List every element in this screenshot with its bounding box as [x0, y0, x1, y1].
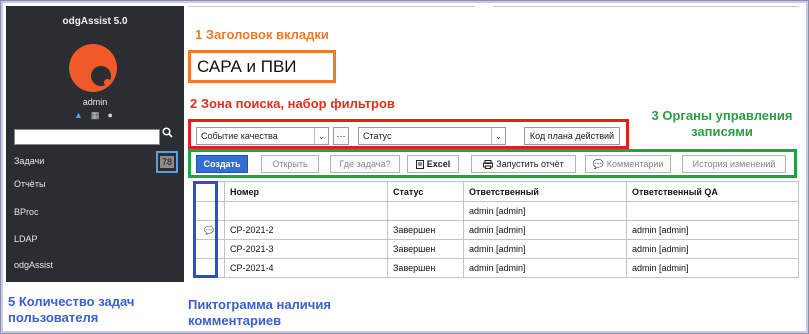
- run-report-label: Запустить отчёт: [496, 159, 564, 169]
- status-select[interactable]: Статус ⌄: [358, 127, 506, 145]
- tasks-count-badge: 78: [156, 151, 178, 173]
- action-plan-code-button[interactable]: Код плана действий: [524, 127, 620, 145]
- sidebar-item-reports[interactable]: Отчёты: [14, 179, 45, 189]
- annotation-task-count-line1: 5 Количество задач: [8, 294, 135, 309]
- sidebar: odgAssist 5.0 admin ▲ ▦ ● Задачи 78 Отчё…: [6, 6, 184, 282]
- cell-responsible-qa: admin [admin]: [626, 220, 799, 240]
- annotation-comment-icon: Пиктограмма наличия комментариев: [188, 297, 331, 329]
- top-divider: [493, 6, 799, 7]
- annotation-task-count: 5 Количество задач пользователя: [8, 294, 134, 326]
- user-icon[interactable]: ●: [107, 110, 112, 120]
- annotation-record-controls: 3 Органы управления записями: [637, 108, 807, 140]
- table-row[interactable]: CP-2021-3 Завершен admin [admin] admin […: [193, 239, 799, 259]
- sidebar-search-input[interactable]: [14, 129, 160, 145]
- sidebar-item-tasks[interactable]: Задачи: [14, 156, 44, 166]
- type-select[interactable]: Событие качества ⌄: [196, 127, 329, 145]
- annotation-record-controls-line1: 3 Органы управления: [651, 108, 793, 123]
- cell-number: CP-2021-2: [224, 220, 388, 240]
- cell-status: Завершен: [387, 239, 464, 259]
- page-title: САРА и ПВИ: [197, 56, 297, 76]
- cell-responsible-qa: [626, 201, 799, 221]
- header-number[interactable]: Номер: [224, 181, 388, 202]
- cell-responsible: admin [admin]: [463, 258, 627, 278]
- chevron-down-icon[interactable]: ⌄: [491, 128, 505, 144]
- cell-responsible-qa: admin [admin]: [626, 258, 799, 278]
- excel-button[interactable]: Excel: [407, 155, 459, 173]
- search-icon[interactable]: [162, 127, 173, 141]
- table-row[interactable]: 💬 CP-2021-2 Завершен admin [admin] admin…: [193, 220, 799, 240]
- where-task-button[interactable]: Где задача?: [330, 155, 400, 173]
- grid-icon[interactable]: ▦: [91, 110, 100, 120]
- cell-responsible: admin [admin]: [463, 239, 627, 259]
- more-options-button[interactable]: ···: [333, 127, 349, 145]
- header-responsible[interactable]: Ответственный: [463, 181, 627, 202]
- table-header-row: Номер Статус Ответственный Ответственный…: [193, 181, 799, 202]
- records-table: Номер Статус Ответственный Ответственный…: [193, 181, 799, 278]
- change-history-button[interactable]: История изменений: [682, 155, 786, 173]
- type-select-value: Событие качества: [201, 131, 278, 141]
- annotation-filter-zone: 2 Зона поиска, набор фильтров: [190, 96, 395, 111]
- chevron-down-icon[interactable]: ⌄: [314, 128, 328, 144]
- cell-number: CP-2021-3: [224, 239, 388, 259]
- app-logo: [69, 44, 117, 92]
- logo-dot: [104, 79, 111, 86]
- annotation-task-count-line2: пользователя: [8, 310, 99, 325]
- annotation-tab-title: 1 Заголовок вкладки: [195, 27, 329, 42]
- excel-icon: [415, 159, 424, 169]
- cell-responsible-qa: admin [admin]: [626, 239, 799, 259]
- comment-column-highlight: [193, 181, 218, 278]
- header-status[interactable]: Статус: [387, 181, 464, 202]
- cell-status: [387, 201, 464, 221]
- filter-zone: Событие качества ⌄ ··· Статус ⌄ Код план…: [188, 119, 629, 149]
- sidebar-item-bproc[interactable]: BProc: [14, 207, 39, 217]
- user-icons: ▲ ▦ ●: [74, 110, 113, 120]
- sidebar-item-odgassist[interactable]: odgAssist: [14, 260, 53, 270]
- cell-number: CP-2021-4: [224, 258, 388, 278]
- cell-responsible: admin [admin]: [463, 201, 627, 221]
- run-report-button[interactable]: Запустить отчёт: [471, 155, 576, 173]
- comment-icon: 💬: [592, 158, 604, 169]
- open-button[interactable]: Открыть: [261, 155, 319, 173]
- table-row[interactable]: CP-2021-4 Завершен admin [admin] admin […: [193, 258, 799, 278]
- cell-status: Завершен: [387, 220, 464, 240]
- app-title: odgAssist 5.0: [62, 16, 128, 27]
- create-button[interactable]: Создать: [196, 155, 248, 173]
- comments-button[interactable]: 💬 Комментарии: [585, 155, 671, 173]
- annotation-comment-icon-line2: комментариев: [188, 313, 282, 328]
- cell-status: Завершен: [387, 258, 464, 278]
- sidebar-item-ldap[interactable]: LDAP: [14, 234, 38, 244]
- annotation-comment-icon-line1: Пиктограмма наличия: [188, 297, 331, 312]
- tasks-count: 78: [159, 156, 174, 168]
- comments-label: Комментарии: [606, 159, 664, 169]
- excel-label: Excel: [426, 159, 451, 169]
- header-responsible-qa[interactable]: Ответственный QA: [626, 181, 799, 202]
- cell-responsible: admin [admin]: [463, 220, 627, 240]
- cell-number: [224, 201, 388, 221]
- table-row[interactable]: admin [admin]: [193, 201, 799, 221]
- toolbar-zone: Создать Открыть Где задача? Excel Запуст…: [188, 149, 797, 178]
- top-divider: [188, 6, 475, 7]
- status-select-value: Статус: [363, 131, 392, 141]
- printer-icon: [483, 159, 494, 169]
- tab-title-box: САРА и ПВИ: [188, 50, 336, 83]
- user-name[interactable]: admin: [6, 97, 184, 107]
- annotation-record-controls-line2: записями: [691, 124, 753, 139]
- warning-icon[interactable]: ▲: [74, 110, 83, 120]
